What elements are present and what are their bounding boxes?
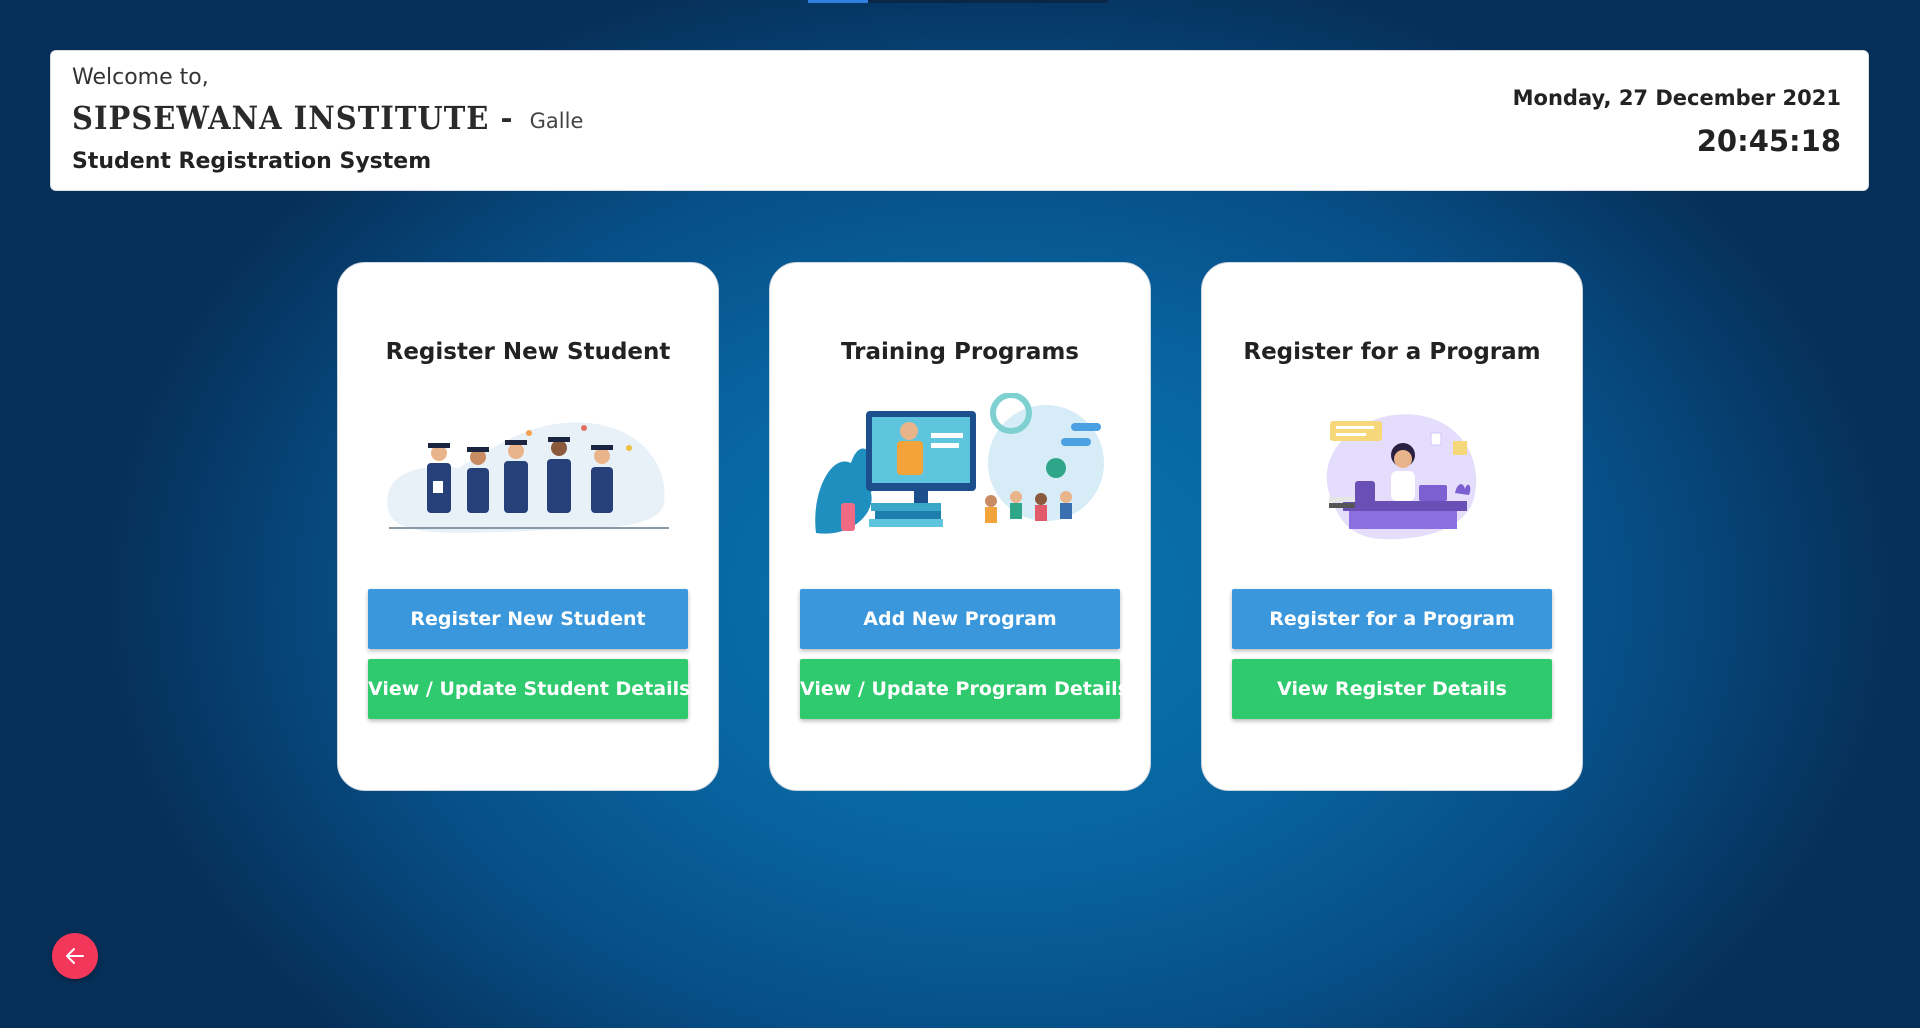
online-training-illustration <box>815 393 1104 534</box>
card-title: Training Programs <box>841 339 1079 365</box>
welcome-text: Welcome to, <box>72 65 209 90</box>
add-new-program-button[interactable]: Add New Program <box>800 589 1120 649</box>
institute-city: Galle <box>529 109 584 133</box>
top-loading-bar <box>808 0 1108 3</box>
header-panel: Welcome to, SIPSEWANA INSTITUTE - Galle … <box>50 50 1869 191</box>
back-button[interactable] <box>52 933 98 979</box>
card-register-student: Register New Student Register New Studen… <box>337 262 719 791</box>
institute-name: SIPSEWANA INSTITUTE <box>72 99 490 137</box>
card-training-programs: Training Programs Add New Program View /… <box>769 262 1151 791</box>
card-title: Register New Student <box>385 339 671 365</box>
view-update-program-details-button[interactable]: View / Update Program Details <box>800 659 1129 719</box>
student-at-desk-illustration <box>1326 414 1477 540</box>
arrow-left-icon <box>66 948 84 964</box>
register-for-program-button[interactable]: Register for a Program <box>1232 589 1552 649</box>
system-title: Student Registration System <box>72 149 432 174</box>
view-update-student-details-button[interactable]: View / Update Student Details <box>368 659 690 719</box>
current-date: Monday, 27 December 2021 <box>1512 86 1841 110</box>
view-register-details-button[interactable]: View Register Details <box>1232 659 1552 719</box>
card-title: Register for a Program <box>1243 339 1541 365</box>
institute-dash: - <box>500 101 513 135</box>
card-register-program: Register for a Program Register for a Pr… <box>1201 262 1583 791</box>
current-time: 20:45:18 <box>1696 124 1841 158</box>
graduates-illustration <box>387 422 669 533</box>
register-new-student-button[interactable]: Register New Student <box>368 589 688 649</box>
institute-heading: SIPSEWANA INSTITUTE - Galle <box>72 99 584 137</box>
